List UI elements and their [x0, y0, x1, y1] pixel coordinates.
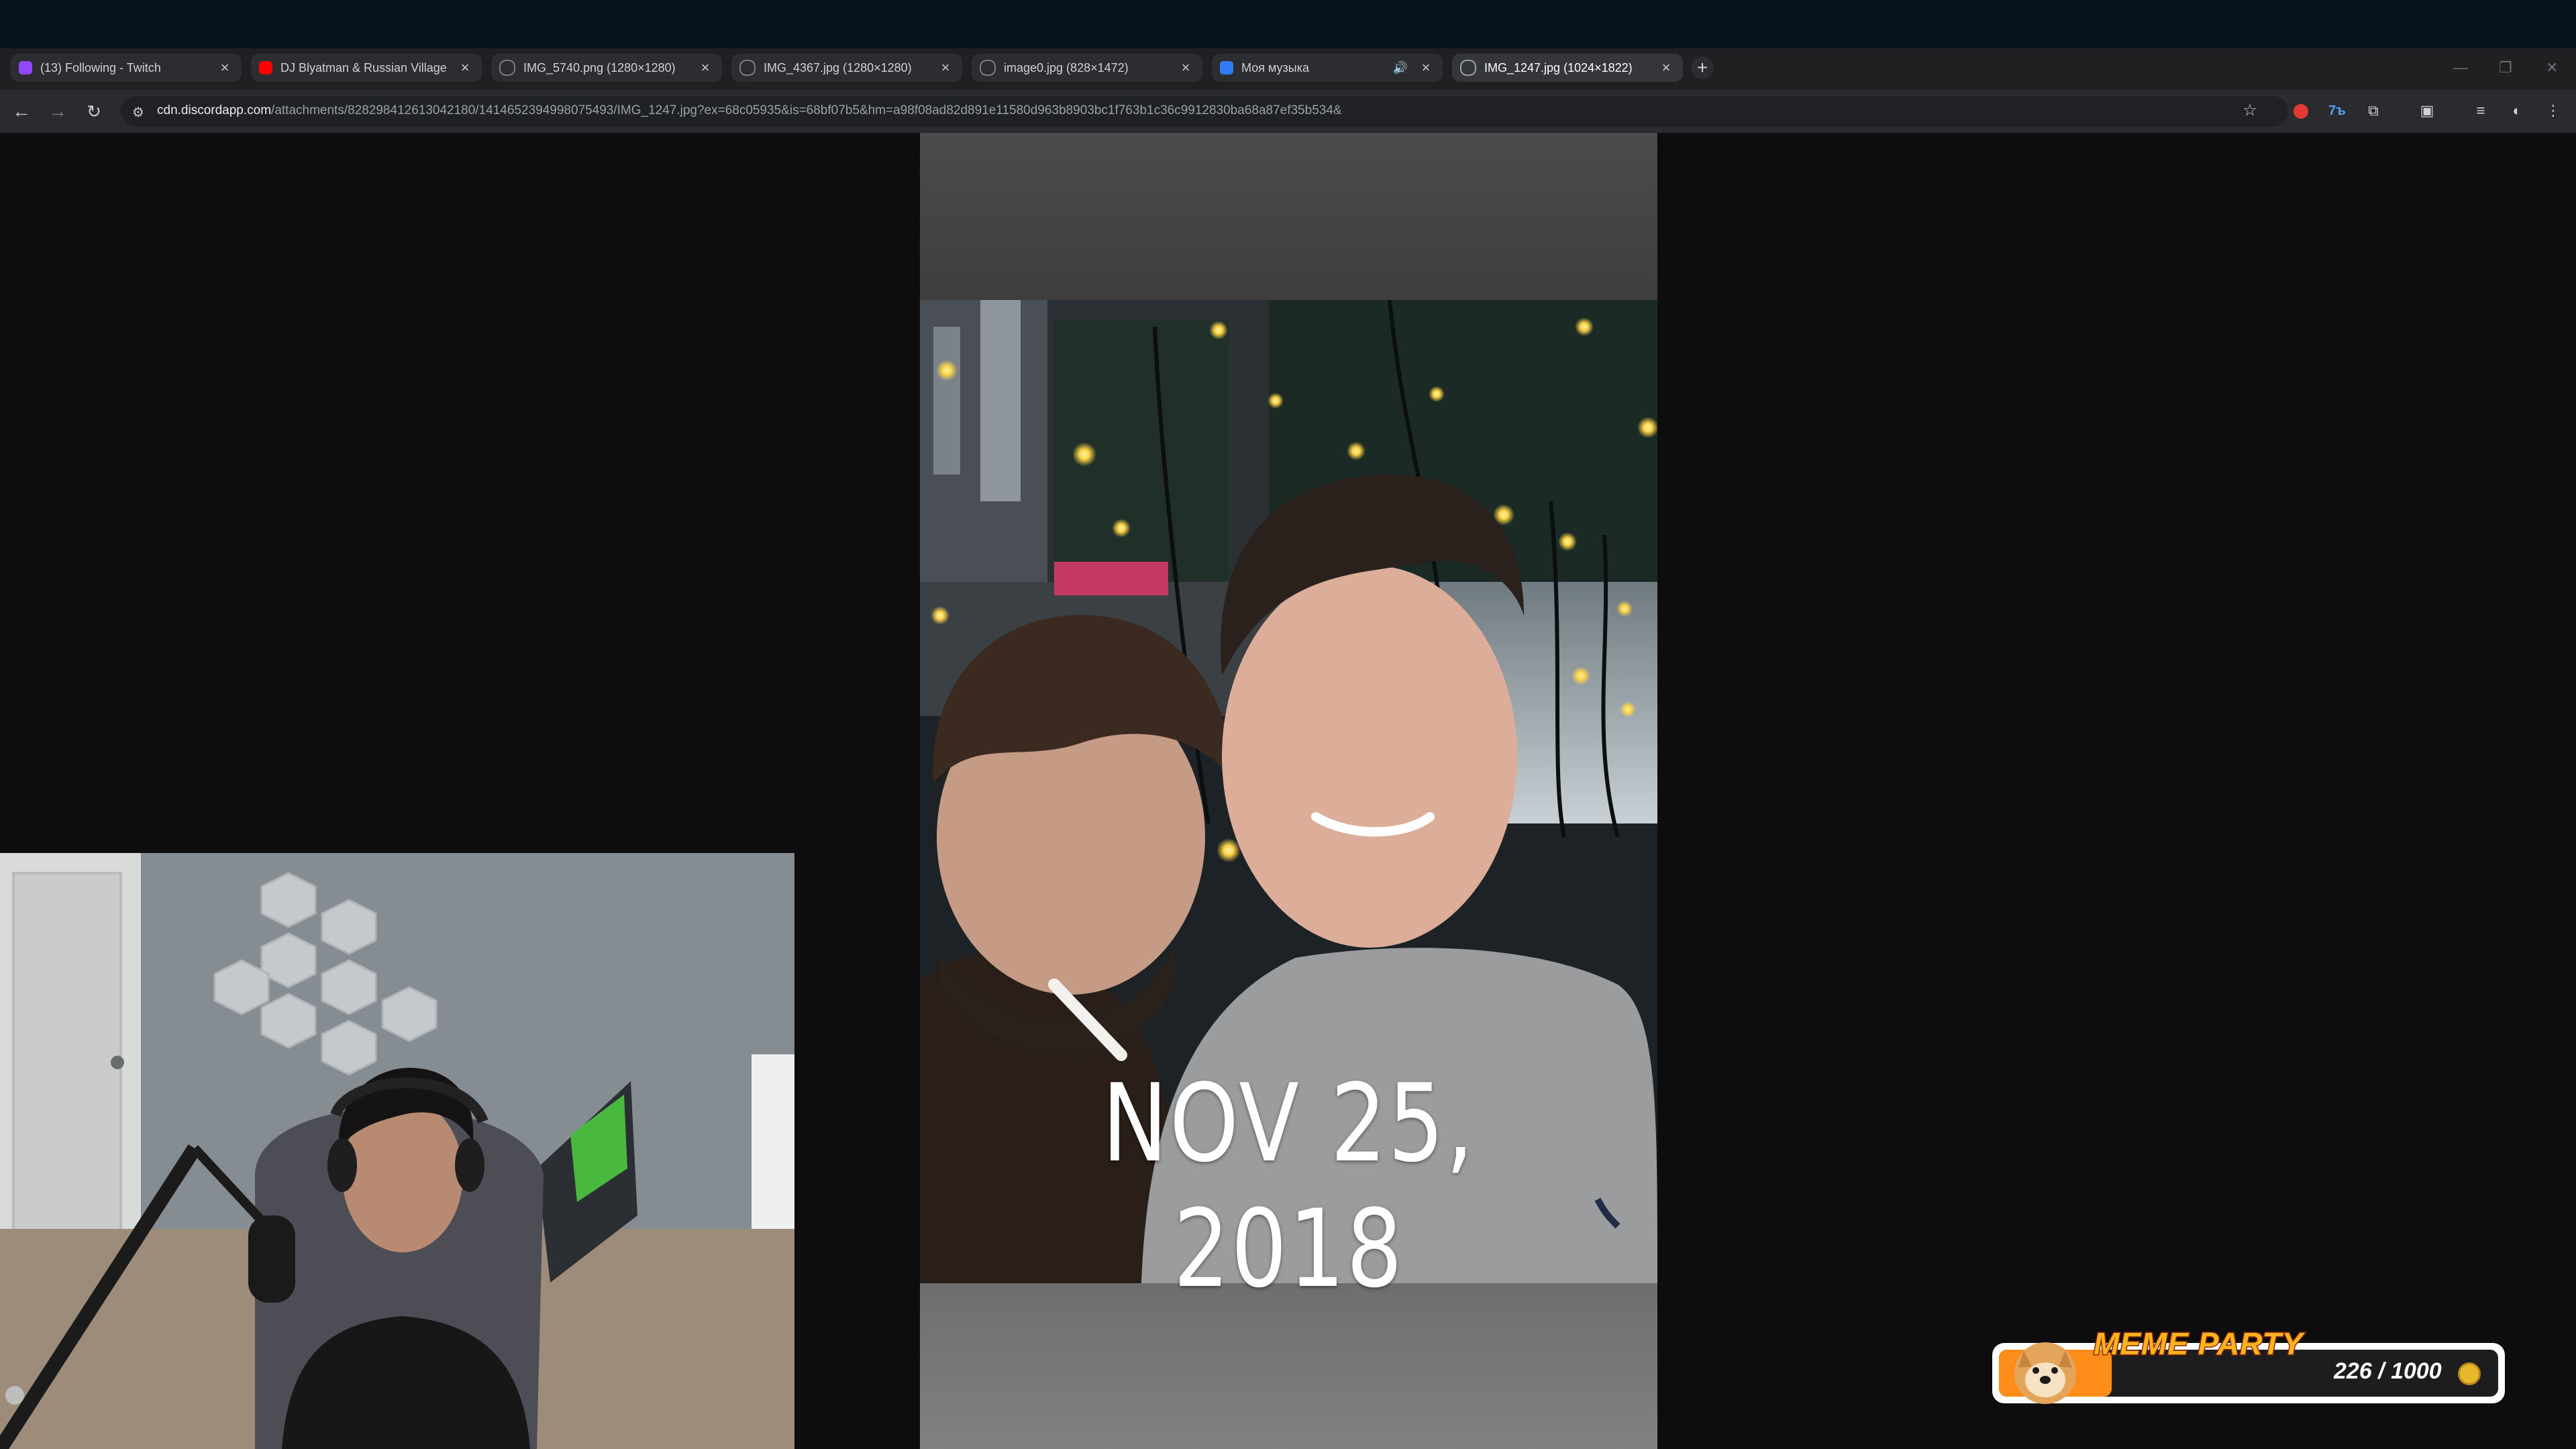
window-close-icon[interactable]: ✕ — [2546, 59, 2558, 77]
url-path: /attachments/828298412613042180/14146523… — [271, 103, 1342, 117]
side-panel-icon[interactable]: ▣ — [2416, 100, 2438, 121]
webcam-overlay — [0, 853, 794, 1449]
minimize-icon[interactable]: — — [2453, 59, 2468, 77]
extension-record-icon[interactable] — [2290, 100, 2312, 121]
date-caption: NOV 25, 2018 — [1102, 1060, 1476, 1311]
tab-img-4367[interactable]: IMG_4367.jpg (1280×1280) × — [731, 54, 962, 82]
globe-icon — [499, 60, 515, 76]
bookmark-star-icon[interactable]: ☆ — [2239, 100, 2261, 121]
maximize-icon[interactable]: ❐ — [2499, 59, 2512, 77]
media-controls-icon[interactable]: ≡ — [2470, 100, 2491, 121]
menu-kebab-icon[interactable]: ⋮ — [2542, 100, 2564, 121]
tab-label: IMG_4367.jpg (1280×1280) — [764, 60, 912, 74]
tab-img-1247[interactable]: IMG_1247.jpg (1024×1822) × — [1452, 54, 1683, 82]
globe-icon — [1460, 60, 1476, 76]
music-play-icon — [1220, 61, 1233, 74]
site-info-icon[interactable]: ⚙ — [126, 101, 150, 125]
reload-icon[interactable]: ↻ — [82, 99, 106, 123]
close-icon[interactable]: × — [698, 59, 713, 77]
profile-avatar[interactable]: ◐ — [2506, 100, 2528, 121]
tab-label: Моя музыка — [1241, 60, 1310, 74]
close-icon[interactable]: × — [1178, 59, 1193, 77]
back-icon[interactable]: ← — [9, 99, 34, 123]
twitch-icon — [19, 61, 32, 74]
tab-image0[interactable]: image0.jpg (828×1472) × — [972, 54, 1202, 82]
tab-label: image0.jpg (828×1472) — [1004, 60, 1129, 74]
meme-party-progress-text: 226 / 1000 — [2334, 1358, 2442, 1384]
tab-label: IMG_5740.png (1280×1280) — [523, 60, 676, 74]
tab-label: DJ Blyatman & Russian Village — [280, 60, 447, 74]
window-top-strip — [0, 0, 2576, 48]
close-icon[interactable]: × — [1659, 59, 1673, 77]
tab-twitch[interactable]: (13) Following - Twitch × — [11, 54, 242, 82]
new-tab-button[interactable]: + — [1691, 56, 1714, 79]
globe-icon — [739, 60, 756, 76]
close-icon[interactable]: × — [458, 59, 472, 77]
tab-img-5740[interactable]: IMG_5740.png (1280×1280) × — [491, 54, 722, 82]
tab-label: IMG_1247.jpg (1024×1822) — [1484, 60, 1633, 74]
close-icon[interactable]: × — [938, 59, 953, 77]
globe-icon — [980, 60, 996, 76]
speaker-icon[interactable]: 🔊 — [1393, 61, 1408, 75]
url-text[interactable]: cdn.discordapp.com/attachments/828298412… — [157, 103, 1342, 118]
coin-icon — [2458, 1362, 2481, 1385]
tab-youtube[interactable]: DJ Blyatman & Russian Village × — [251, 54, 482, 82]
extensions-puzzle-icon[interactable]: ⧉ — [2363, 100, 2384, 121]
forward-icon[interactable]: → — [46, 99, 70, 123]
tab-music[interactable]: Моя музыка 🔊 × — [1212, 54, 1443, 82]
meme-party-title: MEME PARTY — [2092, 1326, 2304, 1362]
tab-label: (13) Following - Twitch — [40, 60, 161, 74]
extension-translate-icon[interactable]: 7ъ — [2326, 100, 2348, 121]
youtube-icon — [259, 61, 272, 74]
url-host: cdn.discordapp.com — [157, 103, 272, 117]
close-icon[interactable]: × — [217, 59, 232, 77]
close-icon[interactable]: × — [1419, 59, 1433, 77]
